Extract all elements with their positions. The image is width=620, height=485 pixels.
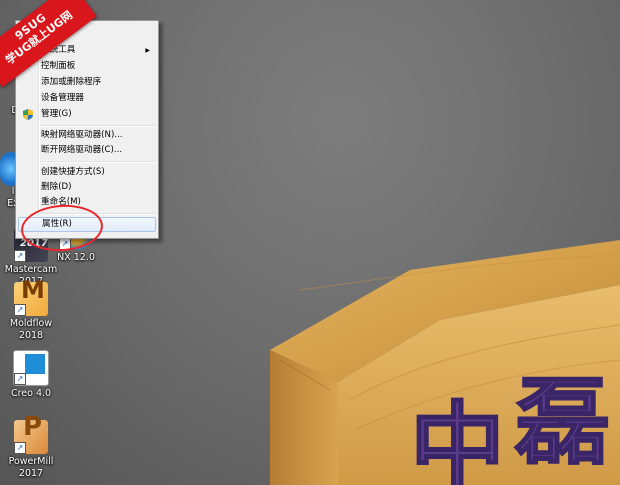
- menu-item-device-manager[interactable]: 设备管理器: [18, 91, 156, 106]
- desktop-icon-creo[interactable]: ↗ Creo 4.0: [0, 350, 62, 400]
- creo-icon: ↗: [13, 350, 49, 386]
- menu-item-manage[interactable]: 管理(G): [18, 107, 156, 122]
- sign-char-2: 磊: [514, 368, 610, 478]
- moldflow-icon: M ↗: [14, 276, 48, 316]
- desktop-icon-moldflow[interactable]: M ↗ Moldflow 2018: [0, 276, 62, 342]
- sign-char-1: 中: [410, 393, 505, 485]
- icon-label: Moldflow 2018: [9, 318, 53, 341]
- shortcut-arrow-icon: ↗: [14, 442, 26, 454]
- icon-label: PowerMill 2017: [8, 456, 54, 479]
- shortcut-arrow-icon: ↗: [14, 250, 26, 262]
- powermill-icon-letter: P: [23, 412, 43, 442]
- icon-label: NX 12.0: [57, 252, 95, 263]
- submenu-arrow-icon: ▶: [145, 47, 150, 54]
- menu-item-disconnect-network-drive[interactable]: 断开网络驱动器(C)...: [18, 143, 156, 158]
- shortcut-arrow-icon: ↗: [14, 304, 26, 316]
- menu-separator: [40, 161, 156, 163]
- menu-item-add-remove-programs[interactable]: 添加或删除程序: [18, 75, 156, 90]
- menu-item-label: 管理(G): [41, 109, 72, 119]
- menu-separator: [40, 125, 156, 127]
- menu-item-control-panel[interactable]: 控制面板: [18, 59, 156, 74]
- desktop-icon-powermill[interactable]: P ↗ PowerMill 2017: [0, 412, 62, 480]
- moldflow-icon-letter: M: [21, 276, 45, 304]
- wooden-sign: 中 磊: [270, 240, 620, 485]
- menu-item-create-shortcut[interactable]: 创建快捷方式(S): [18, 165, 156, 180]
- powermill-icon: P ↗: [14, 412, 48, 454]
- shortcut-arrow-icon: ↗: [14, 373, 26, 385]
- menu-item-delete[interactable]: 删除(D): [18, 180, 156, 195]
- menu-item-map-network-drive[interactable]: 映射网络驱动器(N)...: [18, 128, 156, 143]
- shield-icon: [23, 109, 33, 120]
- icon-label: Creo 4.0: [10, 388, 52, 399]
